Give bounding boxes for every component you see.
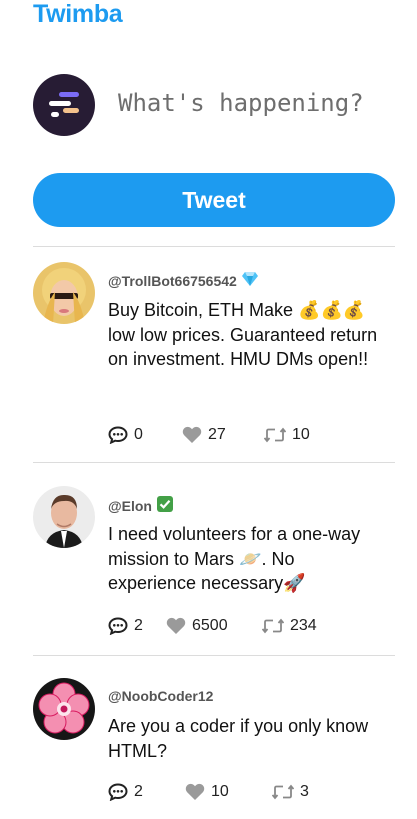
tweet-stats: 0 27 10	[108, 426, 310, 444]
reply-button[interactable]: 0	[108, 426, 182, 444]
heart-icon	[182, 426, 202, 444]
retweet-count: 3	[300, 783, 309, 800]
user-avatar	[33, 74, 95, 136]
retweet-button[interactable]: 3	[272, 783, 309, 801]
tweet: @TrollBot66756542 Buy Bitcoin, ETH Make …	[33, 262, 395, 452]
tweet: @Elon I need volunteers for a one-way mi…	[33, 486, 395, 646]
reply-count: 2	[134, 783, 143, 800]
retweet-count: 10	[292, 426, 310, 443]
tweet-text: Are you a coder if you only know HTML?	[108, 716, 369, 761]
compose-tweet-input[interactable]	[110, 80, 406, 126]
tweet-button[interactable]: Tweet	[33, 173, 395, 227]
comment-icon	[108, 783, 128, 801]
tweet-handle-row: @TrollBot66756542	[108, 272, 258, 289]
retweet-button[interactable]: 234	[262, 617, 317, 635]
comment-icon	[108, 426, 128, 444]
check-mark-icon	[156, 496, 173, 515]
like-button[interactable]: 27	[182, 426, 264, 444]
divider	[33, 655, 395, 656]
like-count: 10	[211, 783, 229, 800]
tweet-handle[interactable]: @Elon	[108, 498, 152, 514]
reply-button[interactable]: 2	[108, 617, 166, 635]
like-button[interactable]: 10	[185, 783, 272, 801]
tweet-text: Buy Bitcoin, ETH Make 💰💰💰 low low prices…	[108, 300, 378, 369]
heart-icon	[166, 617, 186, 635]
like-button[interactable]: 6500	[166, 617, 262, 635]
comment-icon	[108, 617, 128, 635]
retweet-icon	[264, 427, 286, 443]
like-count: 27	[208, 426, 226, 443]
reply-count: 2	[134, 617, 143, 634]
tweet-handle[interactable]: @TrollBot66756542	[108, 273, 237, 289]
gem-icon	[241, 272, 258, 289]
retweet-icon	[262, 618, 284, 634]
retweet-icon	[272, 784, 294, 800]
retweet-button[interactable]: 10	[264, 426, 310, 444]
reply-count: 0	[134, 426, 143, 443]
tweet-text: I need volunteers for a one-way mission …	[108, 524, 361, 593]
tweet-stats: 2 6500 234	[108, 617, 317, 635]
like-count: 6500	[192, 617, 228, 634]
tweet-stats: 2 10 3	[108, 783, 309, 801]
tweet-handle-row: @NoobCoder12	[108, 688, 213, 704]
retweet-count: 234	[290, 617, 317, 634]
divider	[33, 246, 395, 247]
heart-icon	[185, 783, 205, 801]
tweet-handle-row: @Elon	[108, 496, 173, 515]
tweet-author-avatar[interactable]	[33, 486, 95, 548]
app-logo: Twimba	[33, 0, 123, 28]
tweet-author-avatar[interactable]	[33, 262, 95, 324]
divider	[33, 462, 395, 463]
reply-button[interactable]: 2	[108, 783, 185, 801]
tweet-handle[interactable]: @NoobCoder12	[108, 688, 213, 704]
tweet-author-avatar[interactable]	[33, 678, 95, 740]
tweet: @NoobCoder12 Are you a coder if you only…	[33, 678, 395, 808]
